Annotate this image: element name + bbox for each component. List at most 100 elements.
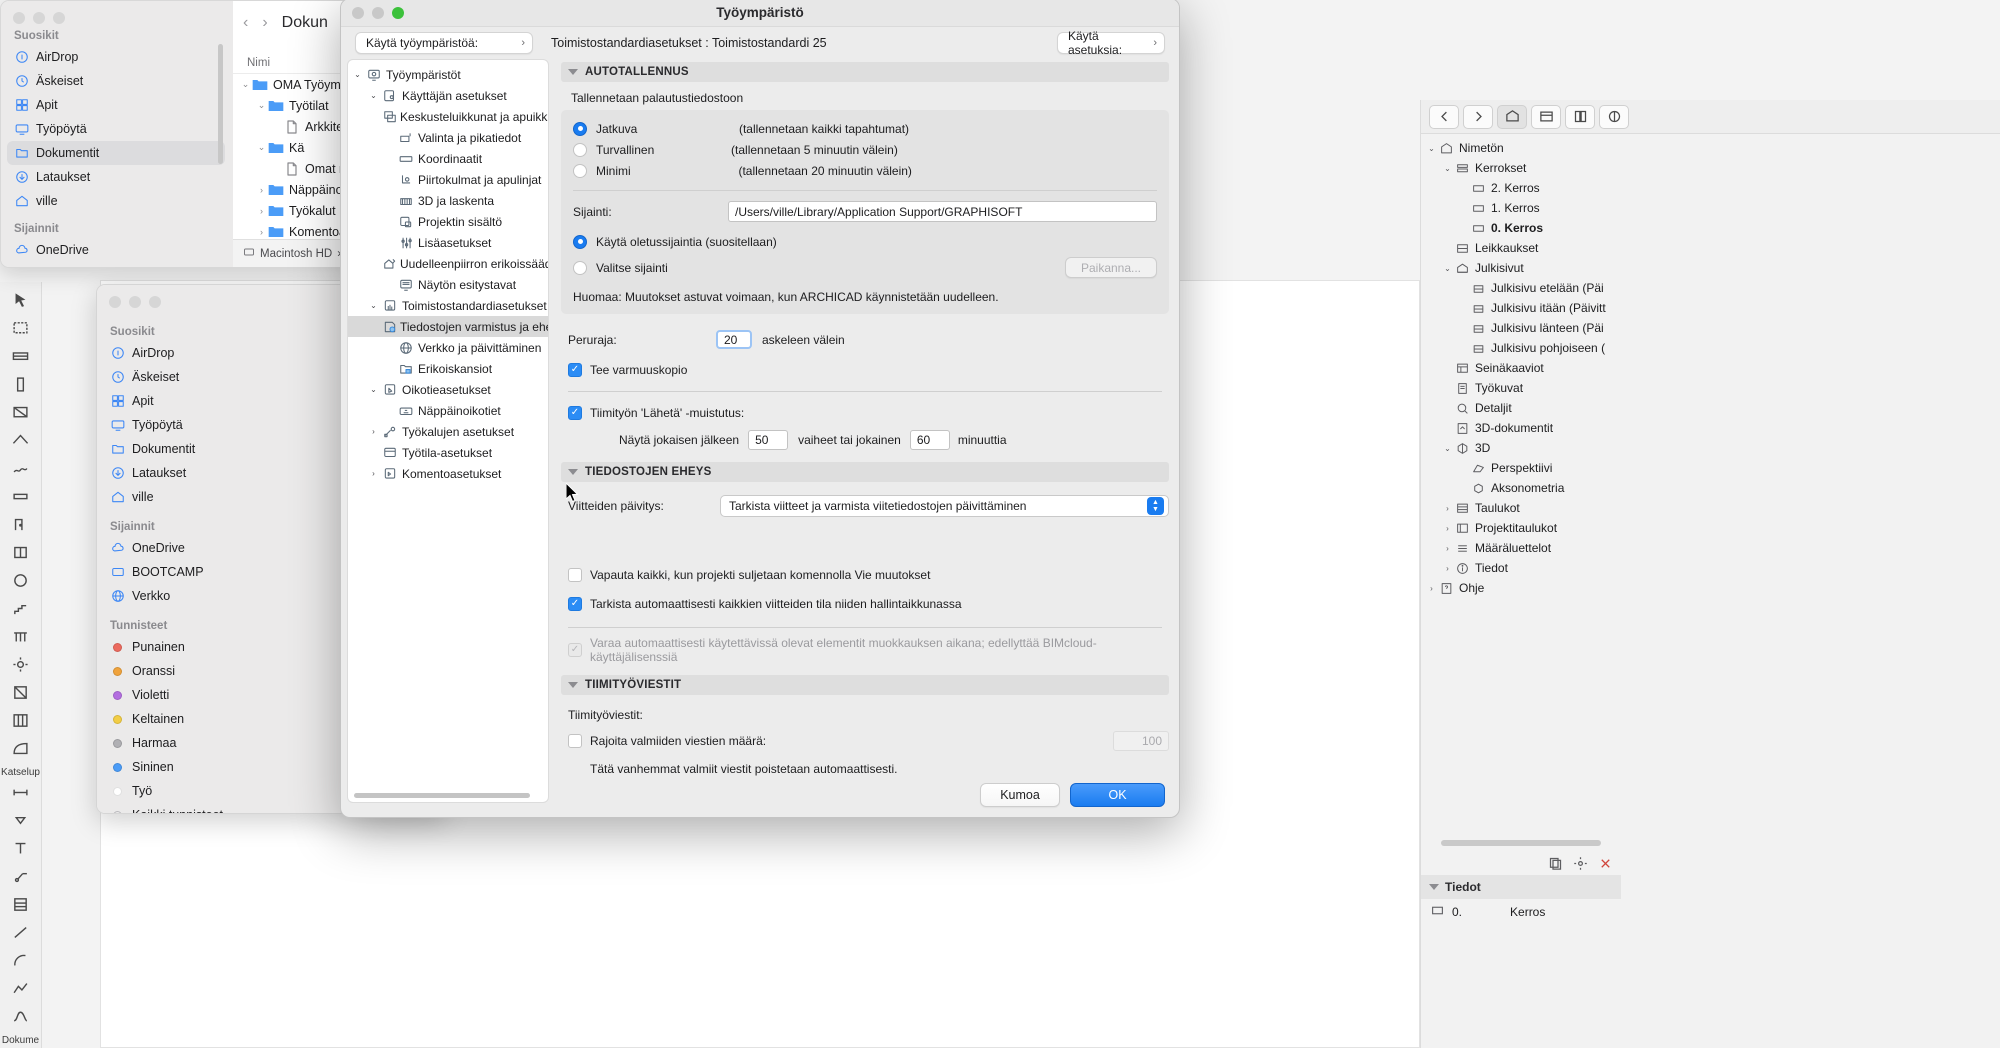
mesh-tool-icon[interactable] xyxy=(6,456,36,481)
zoom-button[interactable] xyxy=(149,296,161,308)
navigator-tree-item[interactable]: 1. Kerros xyxy=(1421,198,2000,218)
autosave-option-row[interactable]: Jatkuva (tallennetaan kaikki tapahtumat) xyxy=(573,118,1157,139)
checkbox[interactable] xyxy=(568,734,582,748)
navigator-layoutbook-icon[interactable] xyxy=(1565,104,1595,129)
delete-icon[interactable] xyxy=(1598,856,1613,876)
autosave-radio-group[interactable]: Jatkuva (tallennetaan kaikki tapahtumat) T… xyxy=(573,118,1157,181)
navigator-tree-item[interactable]: Detaljit xyxy=(1421,398,2000,418)
navigator-tree-item[interactable]: Perspektiivi xyxy=(1421,458,2000,478)
we-tree-item[interactable]: Erikoiskansiot xyxy=(348,358,548,379)
work-environment-tree-rows[interactable]: ⌄ Työympäristöt ⌄ Käyttäjän asetukset Keskus… xyxy=(348,60,548,484)
we-tree-item[interactable]: ⌄ Toimistostandardiasetukset xyxy=(348,295,548,316)
navigator-tree-item[interactable]: › Tiedot xyxy=(1421,558,2000,578)
duplicate-icon[interactable] xyxy=(1548,856,1563,876)
sidebar-item-lataukset[interactable]: Lataukset xyxy=(1,165,233,189)
navigator-toolbar[interactable] xyxy=(1421,100,2000,134)
railing-tool-icon[interactable] xyxy=(6,624,36,649)
checkbox[interactable]: ✓ xyxy=(568,363,582,377)
reminder-steps-input[interactable]: 50 xyxy=(748,430,789,450)
we-tree-item[interactable]: Tiedostojen varmistus ja eheys xyxy=(348,316,548,337)
sidebar-item-airdrop[interactable]: AirDrop xyxy=(1,45,233,69)
navigator-map-icon[interactable] xyxy=(1497,104,1527,129)
navigator-tree-item[interactable]: Julkisivu etelään (Päi xyxy=(1421,278,2000,298)
autosave-location-input[interactable]: /Users/ville/Library/Application Support… xyxy=(728,201,1157,222)
disclosure-arrow-icon[interactable]: › xyxy=(1441,524,1454,533)
finder-back-scrollbar[interactable] xyxy=(218,44,223,164)
we-tree-item[interactable]: ⌄ Käyttäjän asetukset xyxy=(348,85,548,106)
disclosure-arrow-icon[interactable]: › xyxy=(255,227,268,237)
navigator-publisher-icon[interactable] xyxy=(1599,104,1629,129)
integrity-section-header[interactable]: TIEDOSTOJEN EHEYS xyxy=(561,462,1169,482)
disclosure-arrow-icon[interactable]: ⌄ xyxy=(239,79,252,90)
navigator-panel[interactable]: ⌄ Nimetön ⌄ Kerrokset 2. Kerros 1. Kerros 0. K… xyxy=(1420,100,2000,1048)
radio-button[interactable] xyxy=(573,142,587,157)
finder-sidebar[interactable]: Suosikit AirDrop Äskeiset Apit Työpöytä Doku… xyxy=(1,1,233,267)
sidebar-item-apit[interactable]: Apit xyxy=(1,93,233,117)
disclosure-arrow-icon[interactable]: ⌄ xyxy=(1441,444,1454,453)
we-tree-item[interactable]: Lisäasetukset xyxy=(348,232,548,253)
navigator-viewmap-icon[interactable] xyxy=(1531,104,1561,129)
navigator-tree-item[interactable]: Leikkaukset xyxy=(1421,238,2000,258)
autosave-option-row[interactable]: Minimi (tallennetaan 20 minuutin välein) xyxy=(573,160,1157,181)
disclosure-arrow-icon[interactable]: ⌄ xyxy=(1425,144,1438,153)
wall-tool-icon[interactable] xyxy=(6,344,36,369)
disclosure-arrow-icon[interactable]: ⌄ xyxy=(255,100,268,111)
radio-button[interactable] xyxy=(573,234,587,249)
disclosure-triangle-icon[interactable] xyxy=(568,69,578,75)
sidebar-item-ty-p-yt-[interactable]: Työpöytä xyxy=(1,117,233,141)
checkbox[interactable]: ✓ xyxy=(568,597,582,611)
sidebar-item-bootcamp[interactable]: BOOTCAMP xyxy=(1,262,233,267)
autosave-section-header[interactable]: AUTOTALLENNUS xyxy=(561,62,1169,82)
we-tree-item[interactable]: Valinta ja pikatiedot xyxy=(348,127,548,148)
teamwork-messages-section-header[interactable]: TIIMITYÖVIESTIT xyxy=(561,675,1169,695)
info-section-header[interactable]: Tiedot xyxy=(1421,875,1621,899)
we-tree-item[interactable]: Näppäinoikotiet xyxy=(348,400,548,421)
line-tool-icon[interactable] xyxy=(6,920,36,945)
stepper-icon[interactable]: ▲ ▼ xyxy=(1147,497,1164,515)
disclosure-arrow-icon[interactable]: ⌄ xyxy=(367,91,380,100)
curtainwall-tool-icon[interactable] xyxy=(6,708,36,733)
disclosure-arrow-icon[interactable]: › xyxy=(367,427,380,436)
window-tool-icon[interactable] xyxy=(6,540,36,565)
navigator-tree-item[interactable]: Julkisivu itään (Päivitt xyxy=(1421,298,2000,318)
sidebar-favorites-list[interactable]: AirDrop Äskeiset Apit Työpöytä Dokumentit Lat… xyxy=(1,45,233,213)
disclosure-arrow-icon[interactable]: ⌄ xyxy=(367,385,380,394)
navigator-tree-item[interactable]: ⌄ Nimetön xyxy=(1421,138,2000,158)
disclosure-arrow-icon[interactable]: › xyxy=(367,469,380,478)
we-tree-item[interactable]: Työtila-asetukset xyxy=(348,442,548,463)
disclosure-arrow-icon[interactable]: ⌄ xyxy=(1441,264,1454,273)
door-tool-icon[interactable] xyxy=(6,512,36,537)
close-button[interactable] xyxy=(352,7,364,19)
navigator-tree-item[interactable]: Julkisivu pohjoiseen ( xyxy=(1421,338,2000,358)
navigator-tree-item[interactable]: 0. Kerros xyxy=(1421,218,2000,238)
disclosure-triangle-icon[interactable] xyxy=(568,682,578,688)
minimize-button[interactable] xyxy=(372,7,384,19)
limit-messages-input[interactable]: 100 xyxy=(1113,731,1169,751)
disclosure-arrow-icon[interactable]: › xyxy=(1441,504,1454,513)
navigator-tree-item[interactable]: Aksonometria xyxy=(1421,478,2000,498)
navigator-tree-item[interactable]: Työkuvat xyxy=(1421,378,2000,398)
navigator-tree-item[interactable]: Seinäkaaviot xyxy=(1421,358,2000,378)
we-tree-item[interactable]: Keskusteluikkunat ja apuikkunat xyxy=(348,106,548,127)
text-tool-icon[interactable] xyxy=(6,836,36,861)
we-tree-item[interactable]: › Komentoasetukset xyxy=(348,463,548,484)
navigator-forward-icon[interactable] xyxy=(1463,104,1493,129)
checkbox[interactable] xyxy=(568,568,582,582)
navigator-tree-item[interactable]: ⌄ Kerrokset xyxy=(1421,158,2000,178)
autosave-choose-location-option[interactable]: Valitse sijainti Paikanna... xyxy=(573,257,1157,278)
marquee-tool-icon[interactable] xyxy=(6,316,36,341)
we-tree-item[interactable]: 3D ja laskenta xyxy=(348,190,548,211)
disclosure-arrow-icon[interactable]: › xyxy=(1425,584,1438,593)
column-tool-icon[interactable] xyxy=(6,372,36,397)
chevron-right-icon[interactable]: › xyxy=(262,14,267,32)
disclosure-arrow-icon[interactable]: ⌄ xyxy=(367,301,380,310)
we-tree-item[interactable]: ⌄ Työympäristöt xyxy=(348,64,548,85)
reminder-minutes-input[interactable]: 60 xyxy=(909,430,950,450)
close-button[interactable] xyxy=(109,296,121,308)
we-tree-item[interactable]: › Työkalujen asetukset xyxy=(348,421,548,442)
polyline-tool-icon[interactable] xyxy=(6,976,36,1001)
settings-icon[interactable] xyxy=(1573,856,1588,876)
work-environment-dialog[interactable]: Työympäristö Käytä työympäristöä: › Toim… xyxy=(340,0,1180,818)
lamp-tool-icon[interactable] xyxy=(6,652,36,677)
navigator-tree-item[interactable]: › Taulukot xyxy=(1421,498,2000,518)
